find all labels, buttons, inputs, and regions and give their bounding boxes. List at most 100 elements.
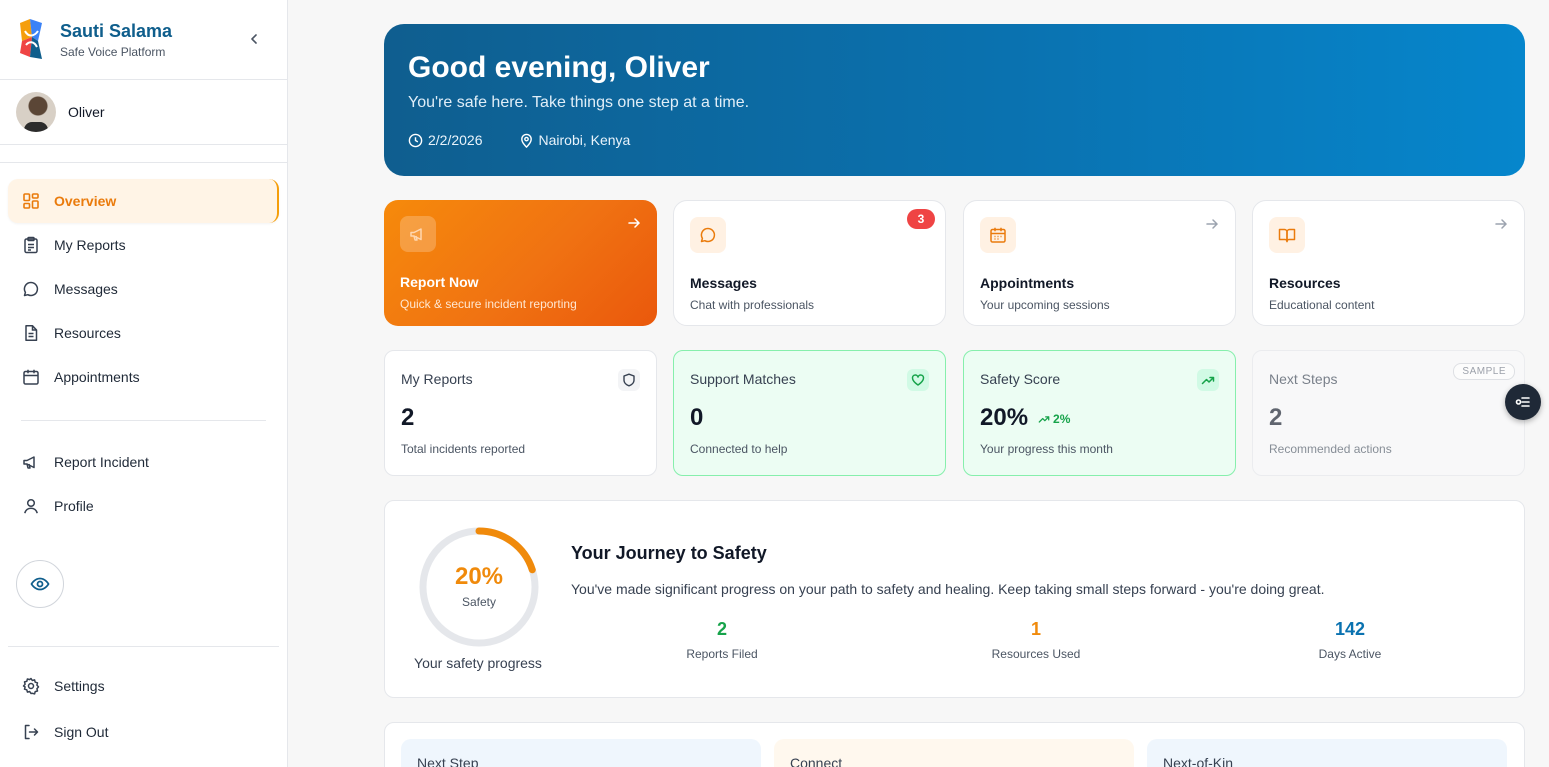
stat-next-steps[interactable]: Next Steps SAMPLE 2 Recommended actions (1252, 350, 1525, 476)
brand-title: Sauti Salama (60, 21, 173, 41)
trend-indicator: 2% (1038, 412, 1070, 426)
sidebar-item-sign-out[interactable]: Sign Out (8, 710, 279, 754)
arrow-right-icon (1495, 219, 1508, 229)
eye-icon (30, 577, 50, 591)
user-name: Oliver (68, 104, 105, 120)
toggle-list-icon (1515, 397, 1530, 407)
sidebar-item-label: Settings (54, 678, 105, 694)
calendar-icon (980, 217, 1016, 253)
hero-date: 2/2/2026 (408, 132, 501, 148)
sidebar-item-messages[interactable]: Messages (8, 267, 279, 311)
user-profile-row[interactable]: Oliver (0, 80, 287, 145)
journey-stat-resources-used: 1 Resources Used (936, 619, 1136, 661)
sidebar-item-label: Overview (54, 193, 117, 209)
stat-subtitle: Connected to help (690, 442, 788, 456)
calendar-icon (23, 369, 39, 385)
progress-percent: 20% (454, 563, 504, 590)
greeting-subtitle: You're safe here. Take things one step a… (408, 94, 750, 111)
unread-badge: 3 (907, 209, 935, 229)
megaphone-icon (23, 456, 35, 469)
sidebar-item-label: Messages (54, 281, 118, 297)
progress-label: Safety (461, 595, 497, 609)
quick-action-title: Appointments (980, 275, 1075, 291)
card-label: Connect (790, 755, 843, 767)
next-step-card[interactable]: Next Step (401, 739, 761, 767)
stat-label: Support Matches (690, 371, 796, 387)
quick-action-subtitle: Educational content (1269, 298, 1375, 312)
journey-stat-value: 1 (1030, 619, 1041, 639)
stat-label: Safety Score (980, 371, 1061, 387)
sidebar-item-resources[interactable]: Resources (8, 311, 279, 355)
next-actions-panel: Next Step Connect Next-of-Kin (384, 722, 1525, 767)
sidebar-item-label: Profile (54, 498, 94, 514)
book-open-icon (1269, 217, 1305, 253)
main-nav: Overview My Reports Messages Resources A… (0, 162, 287, 528)
resources-card[interactable]: Resources Educational content (1252, 200, 1525, 326)
sidebar-item-report-incident[interactable]: Report Incident (8, 440, 279, 484)
welcome-banner: Good evening, Oliver You're safe here. T… (384, 24, 1525, 176)
stat-my-reports[interactable]: My Reports 2 Total incidents reported (384, 350, 657, 476)
greeting-title: Good evening, Oliver (408, 51, 710, 84)
quick-action-subtitle: Your upcoming sessions (980, 298, 1110, 312)
clock-icon (408, 133, 423, 147)
messages-card[interactable]: 3 Messages Chat with professionals (673, 200, 946, 326)
date-text: 2/2/2026 (428, 132, 483, 148)
sidebar-item-appointments[interactable]: Appointments (8, 355, 279, 399)
quick-action-title: Report Now (400, 274, 479, 290)
journey-text: You've made significant progress on your… (571, 581, 1325, 597)
sidebar: Sauti Salama Safe Voice Platform Oliver … (0, 0, 288, 767)
journey-stat-label: Reports Filed (686, 647, 758, 661)
hero-location: Nairobi, Kenya (519, 132, 649, 148)
card-label: Next-of-Kin (1163, 755, 1234, 767)
visibility-toggle-button[interactable] (16, 560, 64, 608)
collapse-sidebar-button[interactable] (245, 28, 263, 50)
journey-title: Your Journey to Safety (571, 543, 767, 563)
message-circle-icon (690, 217, 726, 253)
journey-stat-days-active: 142 Days Active (1250, 619, 1450, 661)
next-of-kin-card[interactable]: Next-of-Kin (1147, 739, 1507, 767)
brand-subtitle: Safe Voice Platform (60, 45, 166, 59)
sidebar-item-label: My Reports (54, 237, 126, 253)
stat-safety-score[interactable]: Safety Score 20% 2% Your progress this m… (963, 350, 1236, 476)
arrow-right-icon (628, 218, 641, 228)
user-icon (24, 498, 38, 514)
stat-label: My Reports (401, 371, 473, 387)
stat-value: 2 (1269, 404, 1283, 431)
appointments-card[interactable]: Appointments Your upcoming sessions (963, 200, 1236, 326)
sidebar-item-settings[interactable]: Settings (8, 664, 279, 708)
arrow-right-icon (1206, 219, 1219, 229)
megaphone-icon (400, 216, 436, 252)
stat-subtitle: Total incidents reported (401, 442, 526, 456)
quick-action-title: Resources (1269, 275, 1341, 291)
sample-tag: SAMPLE (1453, 363, 1515, 380)
stat-support-matches[interactable]: Support Matches 0 Connected to help (673, 350, 946, 476)
sidebar-item-label: Resources (54, 325, 121, 341)
sauti-salama-logo (16, 17, 48, 63)
journey-stat-label: Days Active (1318, 647, 1382, 661)
trend-value: 2% (1053, 412, 1071, 426)
progress-caption: Your safety progress (414, 655, 542, 671)
heart-icon (907, 369, 929, 391)
connect-card[interactable]: Connect (774, 739, 1134, 767)
location-text: Nairobi, Kenya (538, 132, 631, 148)
sidebar-item-profile[interactable]: Profile (8, 484, 279, 528)
chevron-left-icon (251, 34, 257, 44)
journey-stat-label: Resources Used (991, 647, 1081, 661)
sidebar-item-my-reports[interactable]: My Reports (8, 223, 279, 267)
quick-action-subtitle: Chat with professionals (690, 298, 815, 312)
gear-icon (22, 677, 40, 695)
floating-action-button[interactable] (1505, 384, 1541, 420)
journey-stat-value: 142 (1334, 619, 1366, 639)
trending-up-icon (1197, 369, 1219, 391)
report-now-card[interactable]: Report Now Quick & secure incident repor… (384, 200, 657, 326)
sidebar-item-overview[interactable]: Overview (8, 179, 279, 223)
log-out-icon (24, 724, 39, 740)
brand-header: Sauti Salama Safe Voice Platform (0, 0, 287, 80)
quick-action-subtitle: Quick & secure incident reporting (400, 297, 577, 311)
sidebar-item-label: Appointments (54, 369, 140, 385)
stat-value: 2 (401, 404, 415, 431)
map-pin-icon (520, 133, 532, 148)
message-circle-icon (23, 281, 39, 297)
journey-stat-value: 2 (716, 619, 727, 639)
file-text-icon (25, 325, 38, 341)
